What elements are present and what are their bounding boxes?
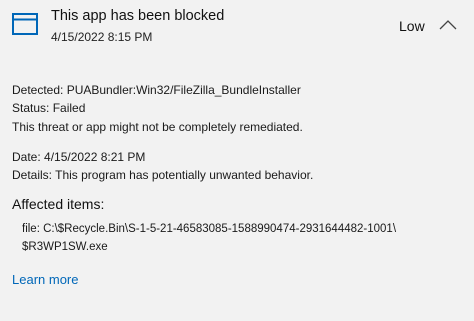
- app-window-icon: [12, 13, 38, 35]
- affected-file-name: $R3WP1SW.exe: [22, 241, 108, 253]
- chevron-up-icon[interactable]: [438, 18, 458, 32]
- threat-title: This app has been blocked: [51, 8, 225, 24]
- detected-text: Detected: PUABundler:Win32/FileZilla_Bun…: [12, 83, 301, 97]
- threat-timestamp: 4/15/2022 8:15 PM: [51, 30, 153, 44]
- remediation-text: This threat or app might not be complete…: [12, 120, 303, 134]
- date-text: Date: 4/15/2022 8:21 PM: [12, 150, 146, 164]
- status-text: Status: Failed: [12, 101, 86, 115]
- affected-file-path: file: C:\$Recycle.Bin\S-1-5-21-46583085-…: [22, 223, 397, 235]
- affected-items-heading: Affected items:: [12, 196, 105, 212]
- details-text: Details: This program has potentially un…: [12, 168, 314, 182]
- severity-label: Low: [399, 18, 425, 34]
- threat-header[interactable]: This app has been blocked 4/15/2022 8:15…: [0, 0, 474, 58]
- learn-more-link[interactable]: Learn more: [12, 272, 78, 287]
